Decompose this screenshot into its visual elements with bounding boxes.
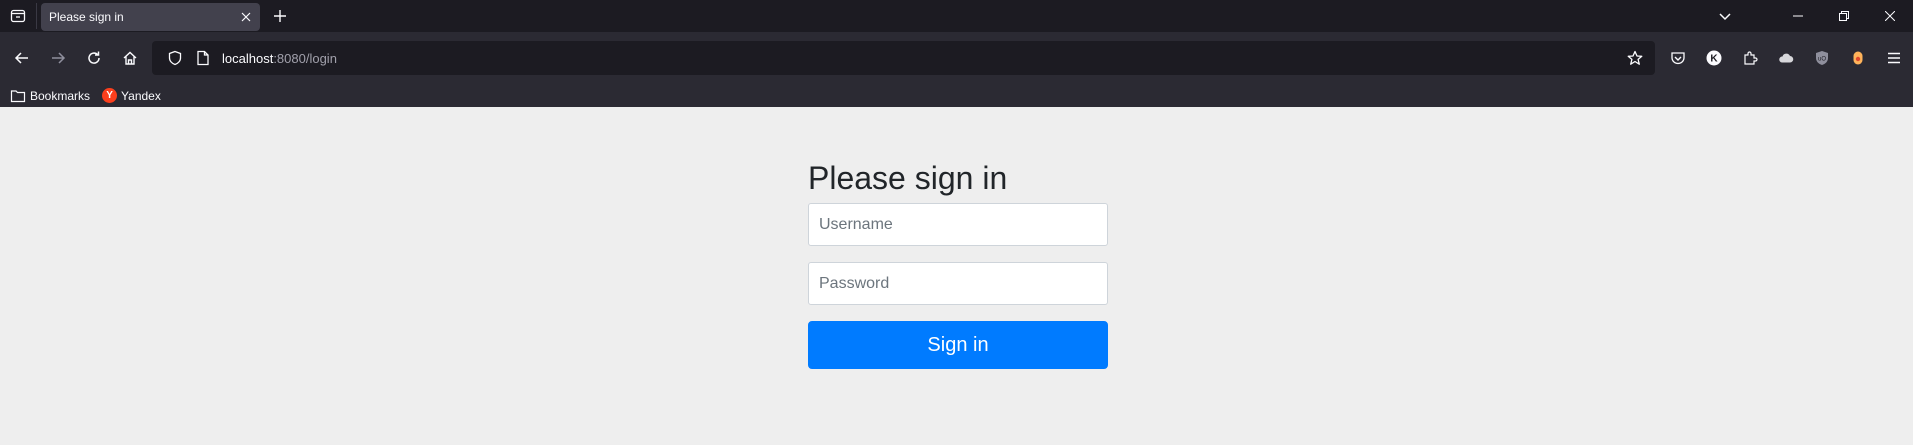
puzzle-icon	[1744, 51, 1758, 65]
new-tab-button[interactable]	[264, 0, 296, 32]
window-controls	[1705, 0, 1913, 32]
sign-in-form: Please sign in Sign in	[808, 159, 1108, 369]
extension-k-button[interactable]: K	[1696, 42, 1732, 74]
tab-title: Please sign in	[49, 9, 124, 24]
bookmark-folder-bookmarks[interactable]: Bookmarks	[10, 89, 90, 103]
extensions-button[interactable]	[1732, 42, 1768, 74]
shield-icon	[168, 50, 182, 66]
close-icon	[241, 12, 251, 21]
forward-button[interactable]	[42, 42, 74, 74]
ublock-button[interactable]: uO	[1804, 42, 1840, 74]
form-heading: Please sign in	[808, 160, 1008, 196]
minimize-button[interactable]	[1775, 0, 1821, 32]
home-button[interactable]	[114, 42, 146, 74]
k-extension-icon: K	[1706, 50, 1722, 66]
extension-orange-button[interactable]	[1840, 42, 1876, 74]
arrow-left-icon	[14, 52, 28, 64]
url-bar[interactable]: localhost:8080/login	[152, 41, 1655, 75]
firefox-view-icon	[10, 9, 26, 23]
yandex-badge: Y	[102, 88, 118, 103]
tab-close-button[interactable]	[234, 5, 258, 29]
list-all-tabs-button[interactable]	[1705, 0, 1745, 32]
yandex-icon: Y	[102, 88, 118, 103]
toolbar-extensions: K uO	[1660, 42, 1912, 74]
url-text[interactable]: localhost:8080/login	[222, 51, 337, 66]
password-input[interactable]	[808, 262, 1108, 305]
page-info-button[interactable]	[190, 50, 216, 66]
hamburger-menu-icon	[1888, 52, 1900, 64]
navigation-toolbar: localhost:8080/login K uO	[0, 32, 1913, 84]
restore-icon	[1839, 11, 1849, 21]
restore-button[interactable]	[1821, 0, 1867, 32]
url-path: :8080/login	[273, 50, 337, 66]
folder-icon	[10, 89, 26, 103]
app-menu-button[interactable]	[1876, 42, 1912, 74]
tab-separator	[36, 3, 37, 29]
ublock-shield-icon: uO	[1816, 51, 1828, 65]
svg-text:K: K	[1710, 54, 1718, 65]
home-icon	[123, 51, 137, 65]
pocket-icon	[1671, 52, 1685, 65]
username-input[interactable]	[808, 203, 1108, 246]
close-icon	[1885, 11, 1895, 21]
bookmark-label: Bookmarks	[30, 88, 91, 103]
minimize-icon	[1793, 15, 1803, 17]
bookmarks-toolbar: Bookmarks Y Yandex	[0, 84, 1913, 107]
url-host: localhost	[222, 50, 274, 66]
sign-in-button[interactable]: Sign in	[808, 321, 1108, 369]
page-content: Please sign in Sign in	[0, 107, 1913, 445]
orange-extension-icon	[1853, 51, 1863, 65]
reload-button[interactable]	[78, 42, 110, 74]
firefox-view-button[interactable]	[0, 0, 36, 32]
svg-text:uO: uO	[1818, 57, 1826, 63]
arrow-right-icon	[52, 52, 66, 64]
tab-strip: Please sign in	[0, 0, 1913, 32]
chevron-down-icon	[1719, 13, 1731, 21]
tab-active[interactable]: Please sign in	[41, 2, 260, 31]
page-icon	[197, 50, 209, 66]
tracking-protection-button[interactable]	[160, 50, 190, 66]
close-window-button[interactable]	[1867, 0, 1913, 32]
pocket-button[interactable]	[1660, 42, 1696, 74]
bookmark-yandex[interactable]: Y Yandex	[102, 88, 161, 103]
bookmark-label: Yandex	[121, 88, 161, 103]
star-icon	[1627, 50, 1643, 65]
reload-icon	[88, 51, 100, 64]
back-button[interactable]	[6, 42, 38, 74]
bookmark-star-button[interactable]	[1619, 42, 1651, 74]
plus-icon	[274, 10, 286, 22]
extension-cloud-button[interactable]	[1768, 42, 1804, 74]
cloud-icon	[1779, 53, 1794, 63]
